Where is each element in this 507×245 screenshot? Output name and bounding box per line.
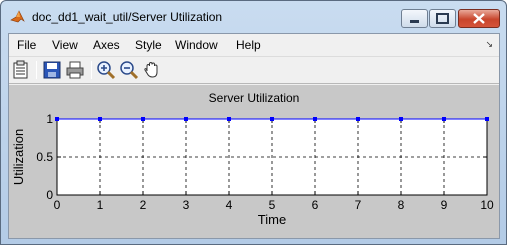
data-point (141, 117, 145, 121)
data-point (313, 117, 317, 121)
x-tick-label: 6 (312, 198, 319, 212)
x-tick-label: 10 (480, 198, 494, 212)
chart-svg: 0 1 2 3 4 5 6 7 8 9 10 0 0.5 1 Time Utilization (11, 112, 494, 227)
data-point (270, 117, 274, 121)
menu-help[interactable]: Help (236, 38, 261, 52)
menu-file[interactable]: File (17, 38, 36, 52)
zoom-in-icon[interactable] (96, 60, 116, 80)
x-tick-label: 3 (183, 198, 190, 212)
minimize-button[interactable] (401, 9, 428, 28)
close-icon (473, 13, 485, 24)
menu-bar: File View Axes Style Window Help ↘ (9, 34, 499, 56)
toolbar-separator (91, 61, 92, 79)
pan-hand-icon[interactable] (142, 60, 162, 80)
x-tick-label: 4 (226, 198, 233, 212)
x-tick-label: 5 (269, 198, 276, 212)
save-icon[interactable] (42, 60, 62, 80)
x-tick-label: 1 (97, 198, 104, 212)
menu-axes[interactable]: Axes (93, 38, 120, 52)
toolbar-separator (36, 61, 37, 79)
menu-window[interactable]: Window (175, 38, 218, 52)
x-tick-label: 7 (355, 198, 362, 212)
parameters-icon[interactable] (11, 60, 31, 80)
x-axis-label: Time (258, 212, 286, 227)
data-point (356, 117, 360, 121)
matlab-icon (10, 10, 25, 23)
data-point (442, 117, 446, 121)
x-tick-label: 0 (54, 198, 61, 212)
x-tick-label: 2 (140, 198, 147, 212)
data-point (399, 117, 403, 121)
maximize-button[interactable] (429, 9, 456, 28)
window-title: doc_dd1_wait_util/Server Utilization (32, 10, 223, 24)
y-tick-label: 1 (46, 112, 53, 126)
close-button[interactable] (458, 9, 500, 28)
minimize-icon (410, 20, 419, 23)
data-point (55, 117, 59, 121)
data-point (485, 117, 489, 121)
data-point (98, 117, 102, 121)
maximize-icon (436, 13, 449, 24)
zoom-out-icon[interactable] (119, 60, 139, 80)
y-tick-label: 0 (46, 188, 53, 202)
y-tick-label: 0.5 (36, 150, 53, 164)
x-tick-label: 9 (441, 198, 448, 212)
dock-arrow-icon[interactable]: ↘ (485, 39, 493, 50)
menu-view[interactable]: View (52, 38, 78, 52)
menu-style[interactable]: Style (135, 38, 162, 52)
data-point (227, 117, 231, 121)
figure-window: doc_dd1_wait_util/Server Utilization Fil… (0, 0, 507, 245)
title-bar[interactable]: doc_dd1_wait_util/Server Utilization (1, 1, 506, 31)
figure-client: File View Axes Style Window Help ↘ Serve… (8, 33, 500, 239)
figure-canvas: Server Utilization 0 1 2 3 4 5 6 7 8 9 10 0 0.5 1 Time… (9, 85, 499, 238)
data-point (184, 117, 188, 121)
y-axis-label: Utilization (11, 129, 26, 185)
print-icon[interactable] (65, 60, 85, 80)
x-tick-label: 8 (398, 198, 405, 212)
toolbar (9, 56, 499, 84)
